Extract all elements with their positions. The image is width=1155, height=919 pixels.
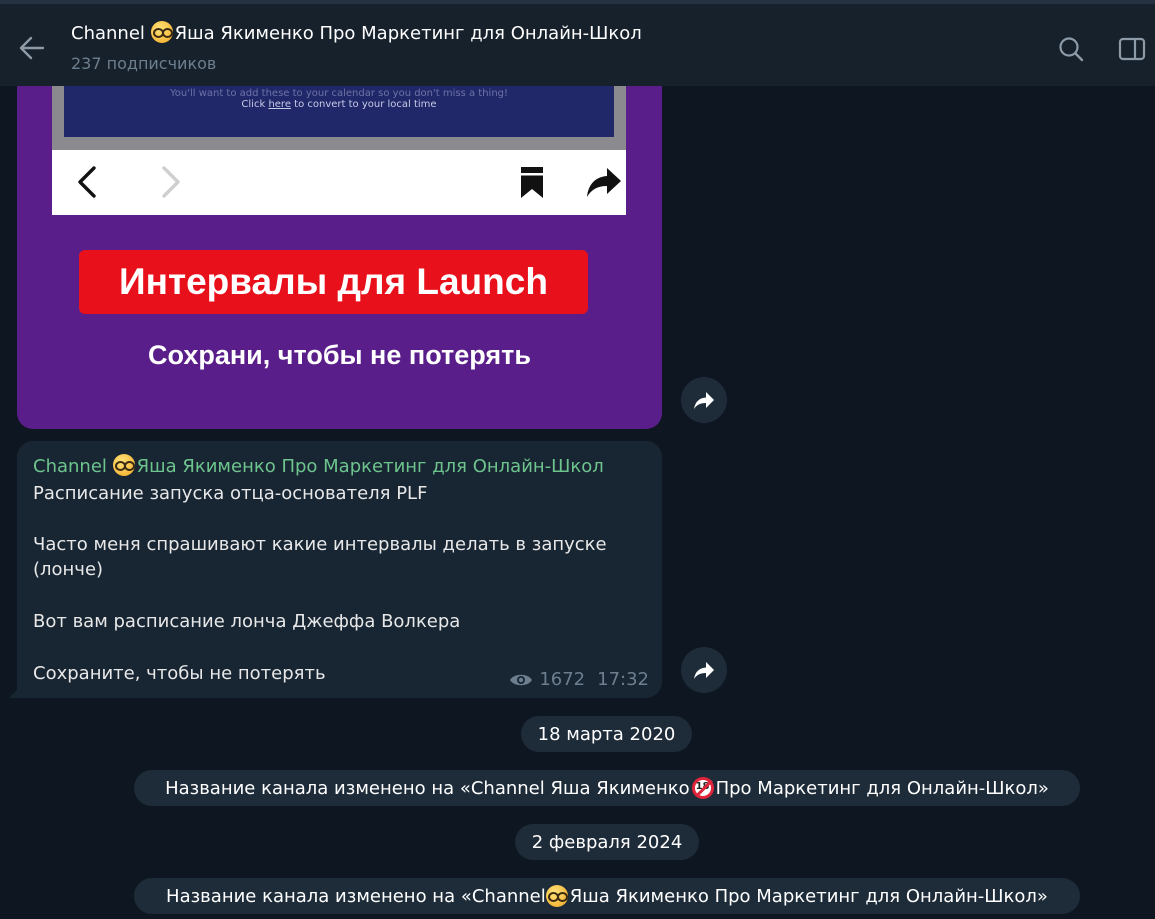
- message-time: 17:32: [597, 669, 649, 690]
- sender-name[interactable]: Channel Яша Якименко Про Маркетинг для О…: [33, 454, 604, 477]
- forward-icon: [694, 662, 714, 679]
- phone-toolbar: [52, 150, 626, 215]
- service-message-rename: Название канала изменено на «Channel Яша…: [134, 878, 1080, 914]
- chat-header: Channel Яша Якименко Про Маркетинг для О…: [0, 0, 1155, 86]
- nerd-face-emoji-icon: [150, 21, 173, 43]
- view-count: 1672: [539, 669, 586, 690]
- channel-title-prefix: Channel: [71, 23, 151, 44]
- views-eye-icon: [510, 674, 533, 685]
- phone-note: You'll want to add these to your calenda…: [64, 88, 614, 110]
- forward-icon: [694, 392, 714, 409]
- phone-note-rest: to convert to your local time: [290, 99, 437, 110]
- forward-button[interactable]: [681, 647, 727, 693]
- service-text-before: Название канала изменено на «Channel: [166, 885, 546, 907]
- message-line: Вот вам расписание лонча Джеффа Волкера: [33, 611, 461, 632]
- no-under-18-text: 18: [695, 781, 710, 792]
- forward-button[interactable]: [681, 377, 727, 423]
- service-message-rename: Название канала изменено на «Channel Яша…: [134, 770, 1080, 806]
- message-meta: 1672 17:32: [509, 669, 649, 690]
- launch-intervals-badge: Интервалы для Launch: [79, 250, 588, 314]
- sidebar-toggle-icon[interactable]: [1117, 34, 1147, 64]
- phone-note-click: Click: [241, 99, 269, 110]
- chevron-right-icon: [152, 164, 188, 200]
- subscriber-count: 237 подписчиков: [71, 54, 217, 73]
- chevron-left-icon: [70, 164, 106, 200]
- date-separator: 2 февраля 2024: [515, 824, 699, 860]
- back-arrow-icon[interactable]: [14, 30, 50, 66]
- message-line: Часто меня спрашивают какие интервалы де…: [33, 534, 607, 555]
- image-post[interactable]: You'll want to add these to your calenda…: [17, 60, 662, 429]
- phone-note-here-link: here: [268, 99, 291, 110]
- message-line: Сохраните, чтобы не потерять: [33, 663, 326, 684]
- nerd-face-emoji-icon: [545, 885, 568, 907]
- sender-prefix: Channel: [33, 456, 113, 477]
- no-under-18-icon: 18: [691, 777, 714, 799]
- date-separator: 18 марта 2020: [521, 716, 692, 752]
- service-text-before: Название канала изменено на «Channel Яша…: [165, 777, 690, 799]
- channel-title-text: Яша Якименко Про Маркетинг для Онлайн-Шк…: [174, 23, 642, 44]
- share-arrow-icon: [585, 164, 621, 200]
- nerd-face-emoji-icon: [112, 454, 135, 476]
- sender-text: Яша Якименко Про Маркетинг для Онлайн-Шк…: [136, 456, 604, 477]
- save-caption: Сохрани, чтобы не потерять: [148, 340, 531, 370]
- message-line: (лонче): [33, 559, 104, 580]
- phone-note-line1: You'll want to add these to your calenda…: [169, 88, 509, 99]
- service-text-after: Про Маркетинг для Онлайн-Школ»: [715, 777, 1049, 799]
- channel-title[interactable]: Channel Яша Якименко Про Маркетинг для О…: [71, 21, 642, 44]
- bookmark-icon: [514, 164, 550, 200]
- search-icon[interactable]: [1056, 34, 1086, 64]
- message-line: Расписание запуска отца-основателя PLF: [33, 483, 428, 504]
- text-post[interactable]: Channel Яша Якименко Про Маркетинг для О…: [17, 441, 662, 698]
- service-text-after: Яша Якименко Про Маркетинг для Онлайн-Шк…: [569, 885, 1048, 907]
